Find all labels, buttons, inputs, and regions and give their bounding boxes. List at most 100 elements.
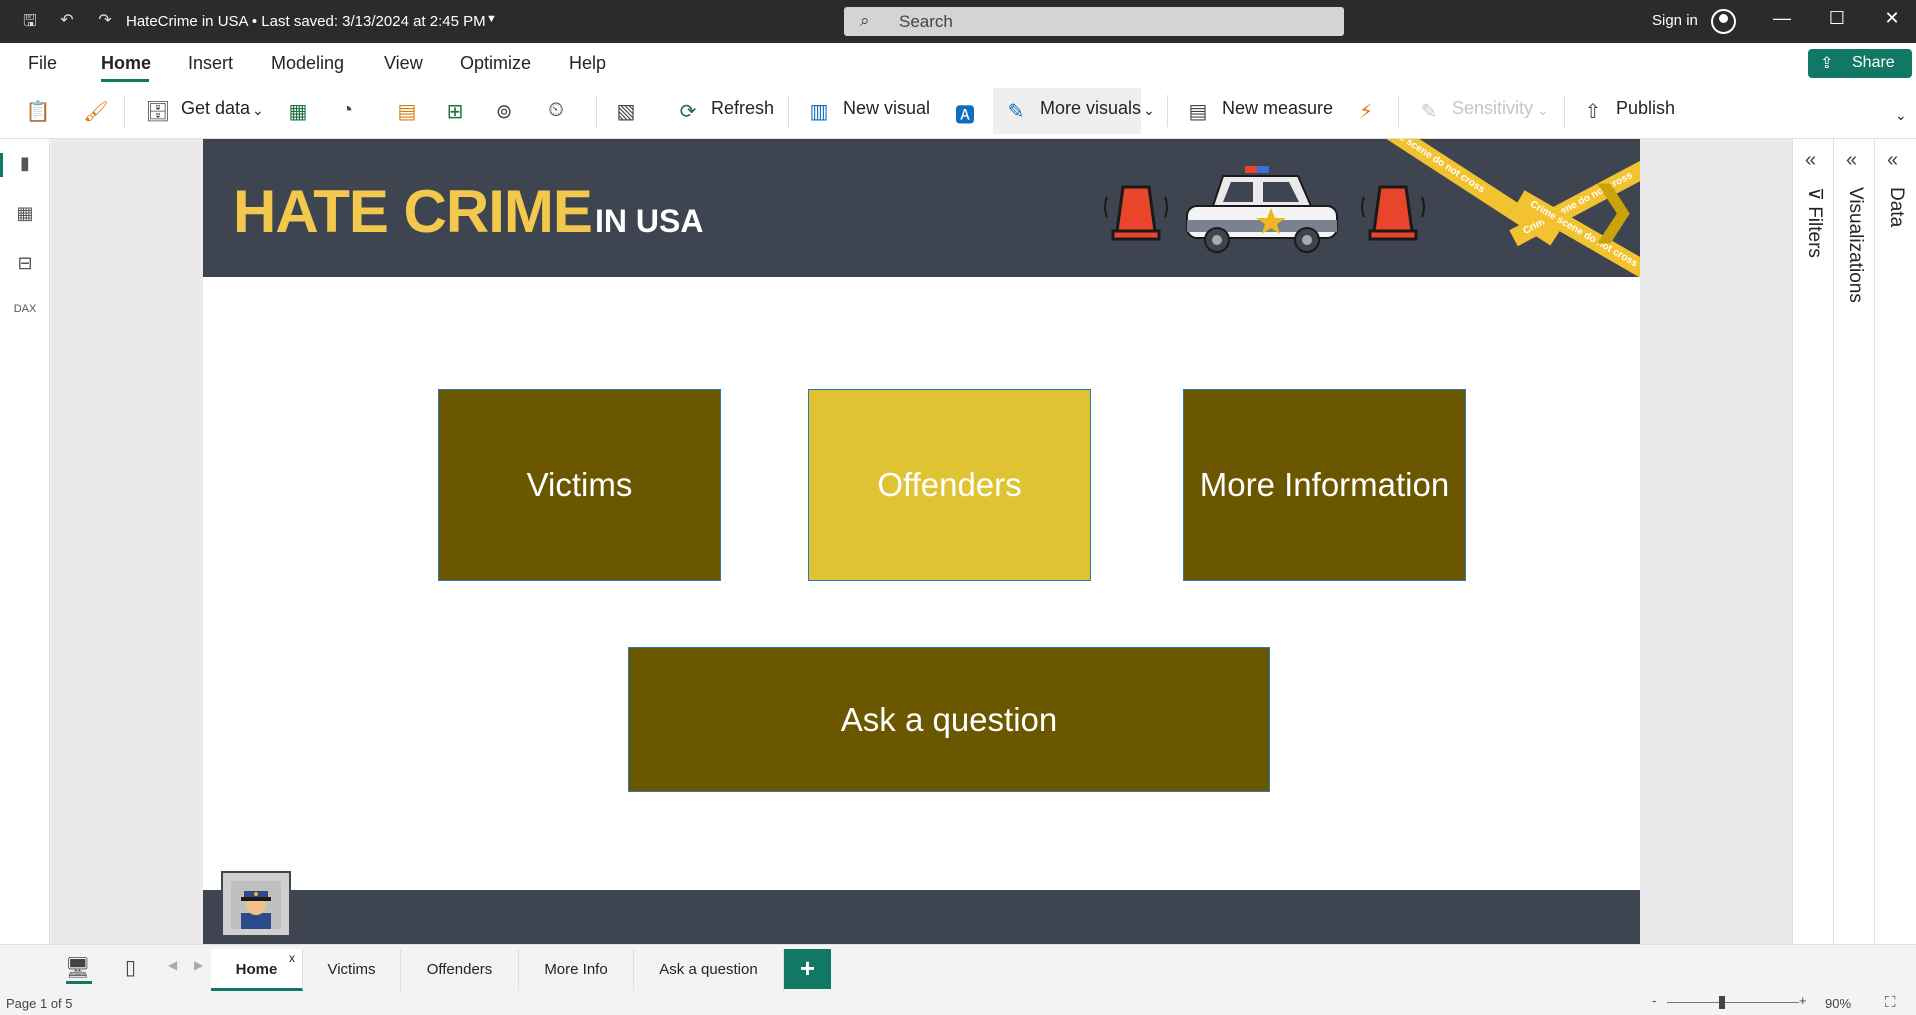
expand-data-icon[interactable]: « (1887, 149, 1898, 172)
paste-icon[interactable]: 📋 (25, 99, 51, 123)
publish-button[interactable]: Publish (1616, 98, 1675, 119)
report-subtitle: IN USA (595, 203, 704, 239)
ribbon-toolbar: 📋 🖌 🗄 Get data ⌄ ▦ ◔ ▤ ⊞ ⊚ ⏲ ▧ ⟳ Refresh… (0, 83, 1916, 139)
expand-filters-icon[interactable]: « (1805, 149, 1816, 172)
zoom-slider-thumb[interactable] (1719, 996, 1725, 1009)
new-visual-icon[interactable]: ▥ (806, 99, 832, 123)
recent-sources-icon[interactable]: ⏲ (543, 99, 569, 123)
zoom-in-icon[interactable]: + (1799, 993, 1807, 1008)
search-box[interactable]: ⌕ Search (844, 7, 1344, 36)
tab-offenders[interactable]: Offenders (401, 949, 519, 991)
visualizations-pane[interactable]: « Visualizations (1833, 139, 1874, 944)
undo-icon[interactable]: ↶ (56, 10, 78, 32)
dax-query-view-icon[interactable]: DAX (13, 303, 37, 327)
visualizations-pane-label: Visualizations (1845, 187, 1866, 303)
menu-help[interactable]: Help (569, 53, 606, 74)
tab-victims[interactable]: Victims (303, 949, 401, 991)
active-view-indicator (0, 153, 3, 177)
more-visuals-icon[interactable]: ✎ (1003, 99, 1029, 123)
expand-visualizations-icon[interactable]: « (1846, 149, 1857, 172)
data-pane[interactable]: « Data (1874, 139, 1915, 944)
more-visuals-chevron-icon[interactable]: ⌄ (1143, 102, 1155, 119)
title-bar: 🖫 ↶ ↷ HateCrime in USA • Last saved: 3/1… (0, 0, 1916, 43)
chevron-right-icon: ❯ (1588, 175, 1639, 242)
maximize-icon[interactable]: ☐ (1822, 8, 1852, 29)
report-header: HATE CRIME IN USA Crime scene do not cro… (203, 139, 1640, 277)
page-tabs-bar: 🖥 ▯ ◀ ▶ Home x Victims Offenders More In… (0, 944, 1916, 992)
filters-pane-label: ⊽ Filters (1804, 187, 1825, 258)
scroll-tabs-right-icon[interactable]: ▶ (194, 958, 203, 972)
excel-icon[interactable]: ▦ (285, 99, 311, 123)
transform-data-icon[interactable]: ▧ (613, 99, 639, 123)
enter-data-icon[interactable]: ⊞ (442, 99, 468, 123)
menu-modeling[interactable]: Modeling (271, 53, 344, 74)
new-measure-button[interactable]: New measure (1222, 98, 1333, 119)
refresh-icon[interactable]: ⟳ (675, 99, 701, 123)
menu-home[interactable]: Home (101, 53, 151, 74)
close-icon[interactable]: ✕ (1877, 8, 1907, 29)
model-view-icon[interactable]: ⊟ (13, 253, 37, 277)
save-icon[interactable]: 🖫 (19, 10, 41, 32)
page-indicator: Page 1 of 5 (6, 996, 73, 1011)
tab-more-info[interactable]: More Info (519, 949, 634, 991)
table-view-icon[interactable]: ▦ (13, 203, 37, 227)
ask-a-question-button[interactable]: Ask a question (628, 647, 1270, 792)
title-dropdown-icon[interactable]: ▼ (486, 13, 497, 25)
zoom-slider[interactable] (1667, 1002, 1799, 1003)
sensitivity-button: Sensitivity (1452, 98, 1534, 118)
zoom-out-icon[interactable]: - (1652, 993, 1656, 1008)
menu-view[interactable]: View (384, 53, 423, 74)
data-pane-label: Data (1886, 187, 1907, 228)
get-data-chevron-icon[interactable]: ⌄ (252, 102, 264, 119)
fit-to-page-icon[interactable]: ⛶ (1885, 994, 1896, 1011)
victims-button[interactable]: Victims (438, 389, 721, 581)
sql-icon[interactable]: ▤ (394, 99, 420, 123)
siren-left-icon (1104, 185, 1168, 241)
quick-measure-icon[interactable]: ⚡ (1353, 99, 1379, 123)
publish-icon[interactable]: ⇧ (1580, 99, 1606, 123)
offenders-button[interactable]: Offenders (808, 389, 1091, 581)
refresh-button[interactable]: Refresh (711, 98, 774, 119)
minimize-icon[interactable]: — (1767, 8, 1797, 29)
redo-icon[interactable]: ↷ (94, 10, 116, 32)
police-officer-icon (221, 871, 291, 937)
menu-insert[interactable]: Insert (188, 53, 233, 74)
report-title: HATE CRIME (233, 178, 593, 245)
report-footer (203, 890, 1640, 946)
text-box-icon[interactable]: 🅰 (952, 99, 978, 127)
view-switcher: ▮ ▦ ⊟ DAX (0, 139, 50, 944)
add-page-button[interactable]: + (784, 949, 831, 989)
search-placeholder: Search (899, 12, 953, 31)
new-measure-icon[interactable]: ▤ (1185, 99, 1211, 123)
status-bar: Page 1 of 5 - + 90% ⛶ (0, 992, 1916, 1015)
close-tab-icon[interactable]: x (289, 951, 295, 965)
more-visuals-button[interactable]: More visuals (1040, 98, 1141, 119)
sign-in-link[interactable]: Sign in (1652, 12, 1698, 29)
right-panes: « ⊽ Filters « Visualizations « Data (1792, 139, 1916, 944)
scroll-tabs-left-icon[interactable]: ◀ (168, 958, 177, 972)
menu-optimize[interactable]: Optimize (460, 53, 531, 74)
mobile-layout-icon[interactable]: ▯ (125, 955, 136, 980)
police-car-icon (1186, 166, 1338, 253)
dataverse-icon[interactable]: ⊚ (491, 99, 517, 123)
ribbon-separator (1167, 95, 1168, 127)
search-icon: ⌕ (860, 11, 870, 30)
new-visual-button[interactable]: New visual (843, 98, 930, 119)
ribbon-separator (788, 95, 789, 127)
filters-pane[interactable]: « ⊽ Filters (1792, 139, 1833, 944)
share-button[interactable]: ⇪ Share ⌄ (1808, 49, 1912, 91)
sensitivity-chevron-icon: ⌄ (1537, 102, 1549, 118)
tab-ask-a-question[interactable]: Ask a question (634, 949, 784, 991)
menu-bar: File Home Insert Modeling View Optimize … (0, 43, 1916, 83)
account-icon[interactable] (1711, 9, 1736, 34)
desktop-layout-icon[interactable]: 🖥 (65, 955, 90, 980)
format-painter-icon[interactable]: 🖌 (83, 99, 109, 123)
ribbon-collapse-icon[interactable]: ⌄ (1895, 107, 1907, 124)
onelake-icon[interactable]: ◔ (334, 99, 360, 123)
ribbon-separator (1398, 95, 1399, 127)
more-information-button[interactable]: More Information (1183, 389, 1466, 581)
get-data-icon[interactable]: 🗄 (145, 99, 171, 123)
report-view-icon[interactable]: ▮ (13, 153, 37, 177)
get-data-button[interactable]: Get data (181, 98, 250, 119)
menu-file[interactable]: File (28, 53, 57, 74)
